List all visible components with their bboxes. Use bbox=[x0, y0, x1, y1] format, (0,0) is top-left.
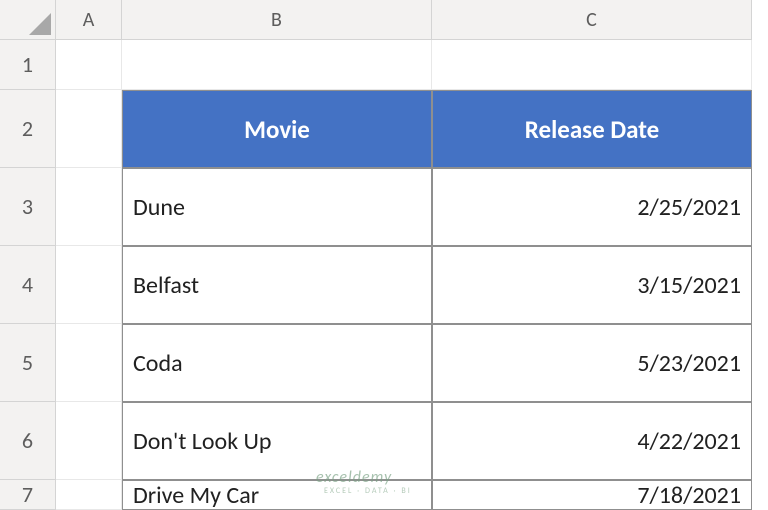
row-header-1[interactable]: 1 bbox=[0, 40, 56, 90]
row-header-7[interactable]: 7 bbox=[0, 480, 56, 510]
cell-release-1[interactable]: 3/15/2021 bbox=[432, 246, 752, 324]
row-header-3[interactable]: 3 bbox=[0, 168, 56, 246]
cell-a3[interactable] bbox=[56, 168, 122, 246]
cell-a4[interactable] bbox=[56, 246, 122, 324]
column-header-a[interactable]: A bbox=[56, 0, 122, 40]
row-header-2[interactable]: 2 bbox=[0, 90, 56, 168]
cell-movie-1[interactable]: Belfast bbox=[122, 246, 432, 324]
header-movie[interactable]: Movie bbox=[122, 90, 432, 168]
column-header-b[interactable]: B bbox=[122, 0, 432, 40]
cell-movie-0[interactable]: Dune bbox=[122, 168, 432, 246]
column-header-c[interactable]: C bbox=[432, 0, 752, 40]
cell-movie-4[interactable]: Drive My Car bbox=[122, 480, 432, 510]
row-header-4[interactable]: 4 bbox=[0, 246, 56, 324]
cell-release-3[interactable]: 4/22/2021 bbox=[432, 402, 752, 480]
cell-release-0[interactable]: 2/25/2021 bbox=[432, 168, 752, 246]
cell-release-2[interactable]: 5/23/2021 bbox=[432, 324, 752, 402]
select-all-triangle[interactable] bbox=[0, 0, 56, 40]
row-header-6[interactable]: 6 bbox=[0, 402, 56, 480]
cell-b1[interactable] bbox=[122, 40, 432, 90]
cell-a6[interactable] bbox=[56, 402, 122, 480]
cell-movie-3[interactable]: Don't Look Up bbox=[122, 402, 432, 480]
row-header-5[interactable]: 5 bbox=[0, 324, 56, 402]
cell-a2[interactable] bbox=[56, 90, 122, 168]
header-release[interactable]: Release Date bbox=[432, 90, 752, 168]
cell-a7[interactable] bbox=[56, 480, 122, 510]
cell-movie-2[interactable]: Coda bbox=[122, 324, 432, 402]
cell-release-4[interactable]: 7/18/2021 bbox=[432, 480, 752, 510]
cell-a5[interactable] bbox=[56, 324, 122, 402]
cell-c1[interactable] bbox=[432, 40, 752, 90]
spreadsheet-grid: A B C 1 2 Movie Release Date 3 Dune 2/25… bbox=[0, 0, 768, 510]
cell-a1[interactable] bbox=[56, 40, 122, 90]
